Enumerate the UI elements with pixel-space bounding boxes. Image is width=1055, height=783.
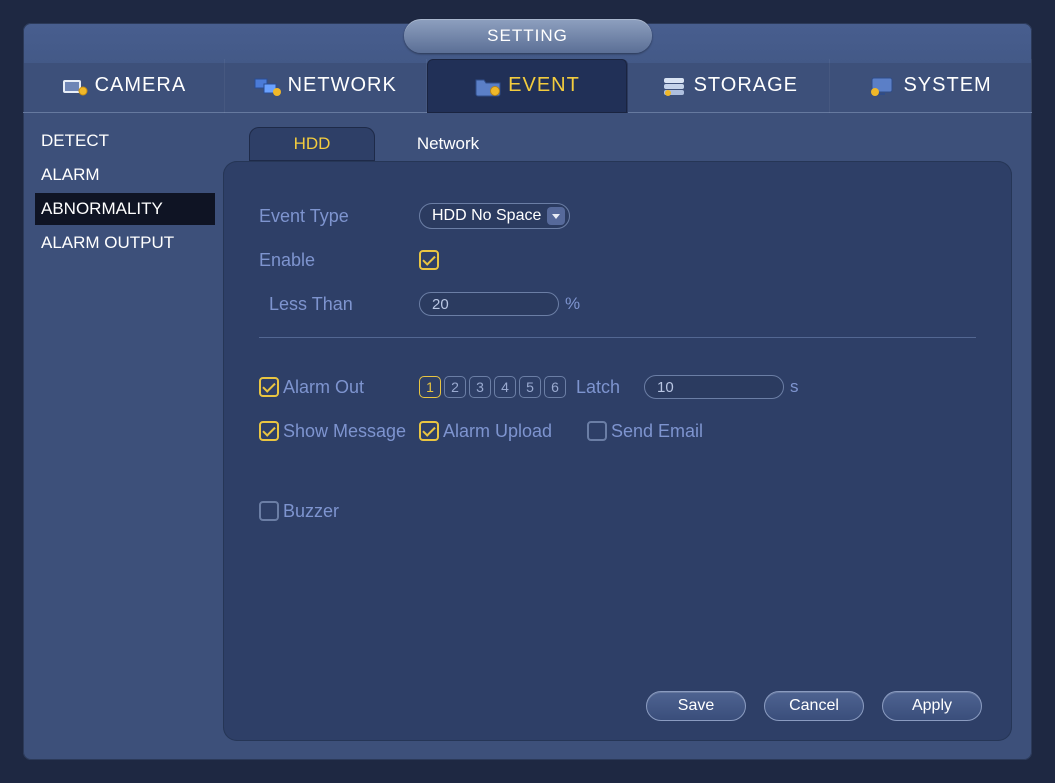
send-email-checkbox[interactable] [587,421,607,441]
sidebar-item-detect[interactable]: DETECT [35,125,215,157]
sidebar-item-abnormality[interactable]: ABNORMALITY [35,193,215,225]
camera-icon [61,75,89,97]
nav-label: NETWORK [288,74,397,97]
sidebar-item-alarm-output[interactable]: ALARM OUTPUT [35,227,215,259]
alarm-out-label: Alarm Out [283,377,364,398]
nav-label: STORAGE [694,74,798,97]
save-button[interactable]: Save [646,691,746,721]
nav-label: EVENT [508,74,580,97]
button-bar: Save Cancel Apply [646,691,982,721]
nav-tab-storage[interactable]: STORAGE [628,59,830,113]
nav-tab-network[interactable]: NETWORK [225,59,427,113]
event-icon [474,75,502,97]
content: HDD Network Event Type HDD No Space Enab… [223,119,1012,740]
nav-tab-system[interactable]: SYSTEM [830,59,1032,113]
event-type-value: HDD No Space [432,207,541,225]
nav-tab-camera[interactable]: CAMERA [23,59,225,113]
less-than-unit: % [565,294,580,314]
subtab-hdd[interactable]: HDD [249,127,375,161]
latch-input[interactable]: 10 [644,375,784,399]
alarm-out-checkbox[interactable] [259,377,279,397]
event-type-select[interactable]: HDD No Space [419,203,570,229]
less-than-label: Less Than [259,294,419,315]
channel-3[interactable]: 3 [469,376,491,398]
show-message-checkbox[interactable] [259,421,279,441]
subtabs: HDD Network [223,119,1012,161]
channel-2[interactable]: 2 [444,376,466,398]
enable-checkbox[interactable] [419,250,439,270]
nav-tab-event[interactable]: EVENT [427,59,629,113]
chevron-down-icon [547,207,565,225]
buzzer-checkbox[interactable] [259,501,279,521]
window-title: SETTING [404,19,652,53]
channel-6[interactable]: 6 [544,376,566,398]
apply-button[interactable]: Apply [882,691,982,721]
network-icon [254,75,282,97]
latch-label: Latch [576,377,620,398]
channel-4[interactable]: 4 [494,376,516,398]
system-icon [869,75,897,97]
enable-label: Enable [259,250,419,271]
event-type-label: Event Type [259,206,419,227]
alarm-upload-label: Alarm Upload [443,421,552,442]
nav-label: CAMERA [95,74,187,97]
divider [259,337,976,338]
channel-1[interactable]: 1 [419,376,441,398]
buzzer-label: Buzzer [283,501,339,522]
subtab-network[interactable]: Network [385,127,511,161]
main-nav: CAMERA NETWORK EVENT STORAGE [23,59,1032,113]
alarm-upload-checkbox[interactable] [419,421,439,441]
send-email-label: Send Email [611,421,703,442]
sidebar-item-alarm[interactable]: ALARM [35,159,215,191]
less-than-input[interactable]: 20 [419,292,559,316]
show-message-label: Show Message [283,421,406,442]
settings-card: Event Type HDD No Space Enable Less Than… [223,161,1012,741]
nav-label: SYSTEM [903,74,991,97]
cancel-button[interactable]: Cancel [764,691,864,721]
sidebar: DETECT ALARM ABNORMALITY ALARM OUTPUT [35,123,215,740]
alarm-channels: 1 2 3 4 5 6 [419,376,566,398]
channel-5[interactable]: 5 [519,376,541,398]
storage-icon [660,75,688,97]
latch-unit: s [790,377,799,397]
